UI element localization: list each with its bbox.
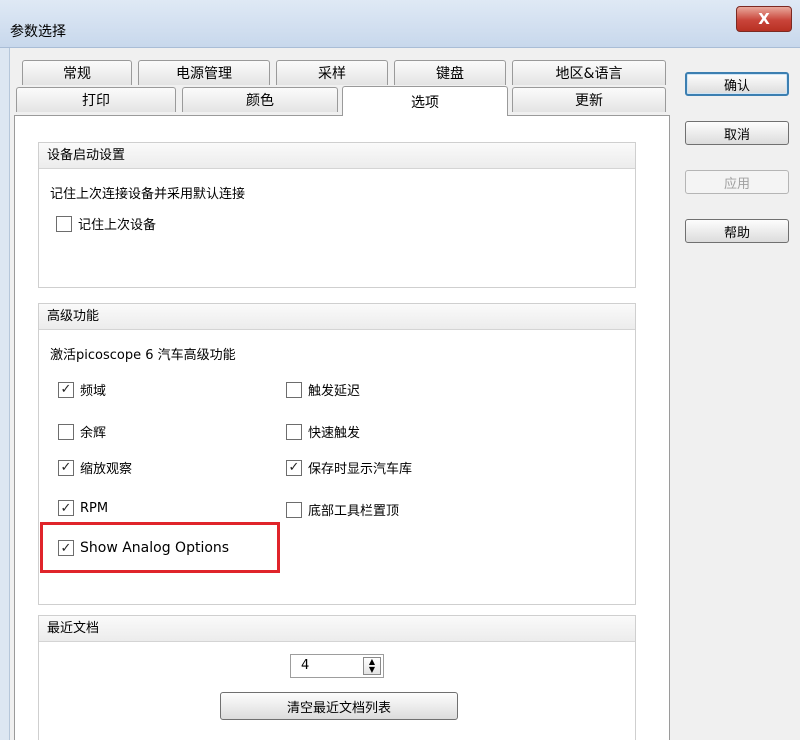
ok-button[interactable]: 确认: [685, 72, 789, 96]
title-bar: 参数选择 X: [0, 0, 800, 48]
checkbox-rpm[interactable]: ✓ RPM: [58, 500, 108, 516]
help-button[interactable]: 帮助: [685, 219, 789, 243]
checkbox-bottom-toolbar-top[interactable]: 底部工具栏置顶: [286, 500, 399, 519]
checkbox-label: 保存时显示汽车库: [308, 462, 413, 477]
device-startup-description: 记住上次连接设备并采用默认连接: [50, 187, 246, 202]
tab-options[interactable]: 选项: [342, 86, 508, 116]
checkbox-frequency-domain[interactable]: ✓ 频域: [58, 380, 106, 399]
tab-sampling[interactable]: 采样: [276, 60, 388, 85]
tab-keyboard[interactable]: 键盘: [394, 60, 506, 85]
tab-general[interactable]: 常规: [22, 60, 132, 85]
checkbox-box[interactable]: [56, 215, 72, 232]
advanced-features-header: 高级功能: [39, 304, 635, 330]
left-window-edge: [0, 48, 10, 740]
checkbox-zoom-view[interactable]: ✓ 缩放观察: [58, 458, 132, 477]
tab-power-management[interactable]: 电源管理: [138, 60, 270, 85]
checkbox-show-vehicle-library[interactable]: ✓ 保存时显示汽车库: [286, 458, 412, 477]
highlight-box: [40, 522, 280, 573]
close-button[interactable]: X: [736, 6, 792, 32]
checkbox-label: 缩放观察: [80, 462, 133, 477]
checkmark-icon[interactable]: ✓: [286, 459, 302, 476]
checkbox-label: 底部工具栏置顶: [308, 504, 400, 519]
spinner-value: 4: [301, 658, 310, 673]
checkbox-trigger-delay[interactable]: 触发延迟: [286, 380, 360, 399]
tab-region-language[interactable]: 地区&语言: [512, 60, 666, 85]
spinner-arrows-icon[interactable]: ▲ ▼: [363, 657, 381, 675]
recent-count-spinner[interactable]: 4 ▲ ▼: [290, 654, 384, 678]
recent-documents-header: 最近文档: [39, 616, 635, 642]
checkmark-icon[interactable]: ✓: [58, 500, 74, 516]
checkbox-persistence[interactable]: 余辉: [58, 422, 106, 441]
checkbox-box[interactable]: [58, 423, 74, 440]
checkbox-box[interactable]: [286, 423, 302, 440]
checkbox-label: 余辉: [80, 426, 107, 441]
clear-recent-documents-button[interactable]: 清空最近文档列表: [220, 692, 458, 720]
checkbox-label: 记住上次设备: [78, 218, 157, 233]
checkbox-label: 快速触发: [308, 426, 361, 441]
tab-update[interactable]: 更新: [512, 87, 666, 112]
cancel-button[interactable]: 取消: [685, 121, 789, 145]
checkbox-box[interactable]: [286, 501, 302, 518]
window-title: 参数选择: [10, 24, 66, 40]
apply-button[interactable]: 应用: [685, 170, 789, 194]
remember-last-device-checkbox[interactable]: 记住上次设备: [56, 214, 156, 233]
checkmark-icon[interactable]: ✓: [58, 381, 74, 398]
checkbox-fast-trigger[interactable]: 快速触发: [286, 422, 360, 441]
tab-print[interactable]: 打印: [16, 87, 176, 112]
checkbox-label: RPM: [80, 500, 109, 516]
device-startup-header: 设备启动设置: [39, 143, 635, 169]
checkmark-icon[interactable]: ✓: [58, 459, 74, 476]
checkbox-label: 触发延迟: [308, 384, 361, 399]
advanced-description: 激活picoscope 6 汽车高级功能: [50, 348, 236, 363]
checkbox-label: 频域: [80, 384, 107, 399]
checkbox-box[interactable]: [286, 381, 302, 398]
tab-color[interactable]: 颜色: [182, 87, 338, 112]
